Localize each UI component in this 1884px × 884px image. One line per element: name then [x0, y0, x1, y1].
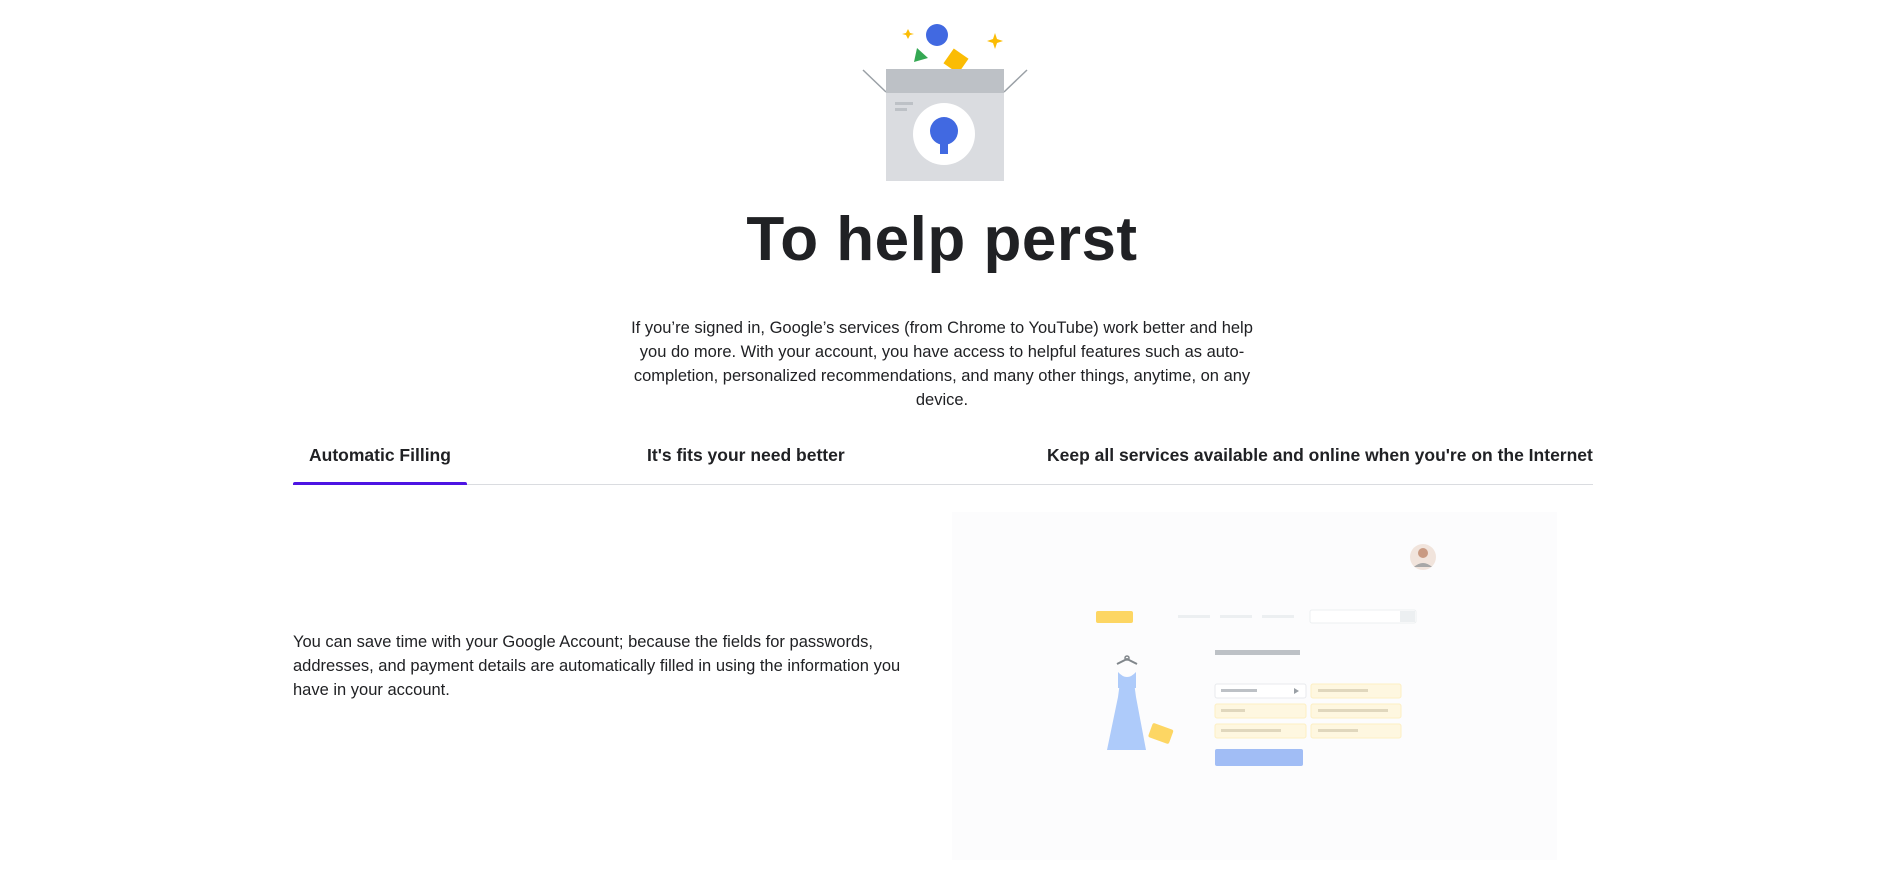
feature-tabs: Automatic Filling It's fits your need be…: [293, 432, 1593, 485]
autofill-illustration: [952, 512, 1557, 860]
tab-keep-services-available[interactable]: Keep all services available and online w…: [1031, 432, 1609, 484]
price-tag-shape: [1148, 723, 1174, 744]
sparkle-icon: [902, 29, 914, 39]
panel-description: You can save time with your Google Accou…: [293, 633, 901, 699]
submit-button-shape: [1215, 749, 1303, 766]
tab-fits-your-need[interactable]: It's fits your need better: [631, 432, 861, 484]
sparkle-icon: [987, 33, 1003, 49]
box-lid: [886, 69, 1004, 93]
green-triangle-shape: [914, 48, 928, 62]
hero-illustration: [862, 24, 1028, 181]
form-fields: [1214, 683, 1402, 739]
tab-automatic-filling[interactable]: Automatic Filling: [293, 432, 467, 485]
page-title: To help perst: [746, 205, 1138, 274]
confetti-icons: [902, 24, 1003, 74]
avatar: [1410, 544, 1436, 570]
blue-circle-shape: [926, 24, 948, 46]
dress-icon: [1107, 655, 1146, 750]
intro-paragraph: If you’re signed in, Google’s services (…: [631, 319, 1253, 409]
